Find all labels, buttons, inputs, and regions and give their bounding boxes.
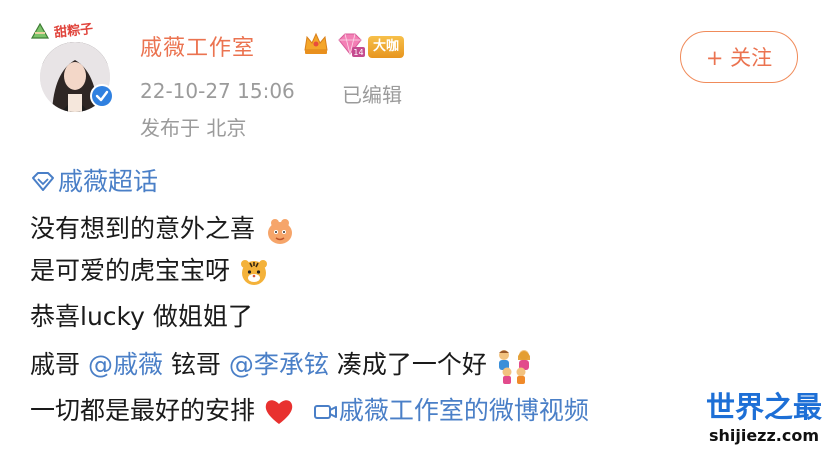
post-line-2-text: 是可爱的虎宝宝呀: [30, 256, 231, 285]
family-emoji: [498, 350, 530, 384]
diamond-outline-icon: [32, 172, 54, 191]
avatar-tag-text: 甜粽子: [53, 21, 94, 41]
post-line-4-b: 铉哥: [162, 350, 229, 379]
follow-button[interactable]: + 关注: [680, 31, 798, 83]
post-line-4-a: 戚哥: [30, 350, 88, 379]
supertopic-link[interactable]: 戚薇超话: [30, 165, 158, 199]
post-timestamp: 22-10-27 15:06: [140, 79, 295, 103]
post-line-5-text: 一切都是最好的安排: [30, 396, 256, 425]
rice-dumpling-icon: [30, 22, 50, 39]
watermark-sub: shijiezz.com: [708, 426, 820, 445]
mention-qiwei[interactable]: @戚薇: [88, 350, 163, 379]
tiger-emoji: [240, 260, 267, 285]
post-location: 发布于 北京: [140, 116, 247, 140]
watermark-main: 世界之最: [705, 390, 822, 424]
username[interactable]: 戚薇工作室: [140, 30, 255, 62]
site-watermark: 世界之最 shijiezz.com: [700, 388, 828, 451]
mention-lichengxuan[interactable]: @李承铉: [229, 350, 329, 379]
supertopic-label: 戚薇超话: [58, 167, 159, 196]
video-camera-icon: [313, 405, 337, 419]
edited-label[interactable]: 已编辑: [342, 79, 402, 108]
verified-icon: [92, 86, 112, 106]
avatar-area[interactable]: 甜粽子: [30, 22, 120, 112]
supertopic-line: 戚薇超话: [30, 165, 158, 202]
red-heart-emoji: [265, 400, 293, 424]
crown-badge-icon[interactable]: [302, 30, 330, 56]
post-line-1-text: 没有想到的意外之喜: [30, 214, 256, 243]
video-link[interactable]: 戚薇工作室的微博视频: [313, 396, 589, 425]
diamond-badge-icon[interactable]: 14: [335, 32, 365, 58]
post-line-5: 一切都是最好的安排 戚薇工作室的微博视频: [30, 394, 589, 428]
post-line-2: 是可爱的虎宝宝呀: [30, 254, 270, 288]
post-line-1: 没有想到的意外之喜: [30, 212, 297, 247]
post-line-4: 戚哥 @戚薇 铉哥 @李承铉 凑成了一个好: [30, 348, 533, 384]
verified-badge: [90, 84, 114, 108]
cute-creature-emoji: [267, 219, 292, 244]
video-link-label: 戚薇工作室的微博视频: [338, 396, 589, 425]
post-line-3: 恭喜lucky 做姐姐了: [30, 302, 253, 331]
svg-text:14: 14: [353, 48, 363, 57]
vip-badge[interactable]: 大咖: [368, 36, 405, 58]
post-line-4-c: 凑成了一个好: [328, 350, 487, 379]
